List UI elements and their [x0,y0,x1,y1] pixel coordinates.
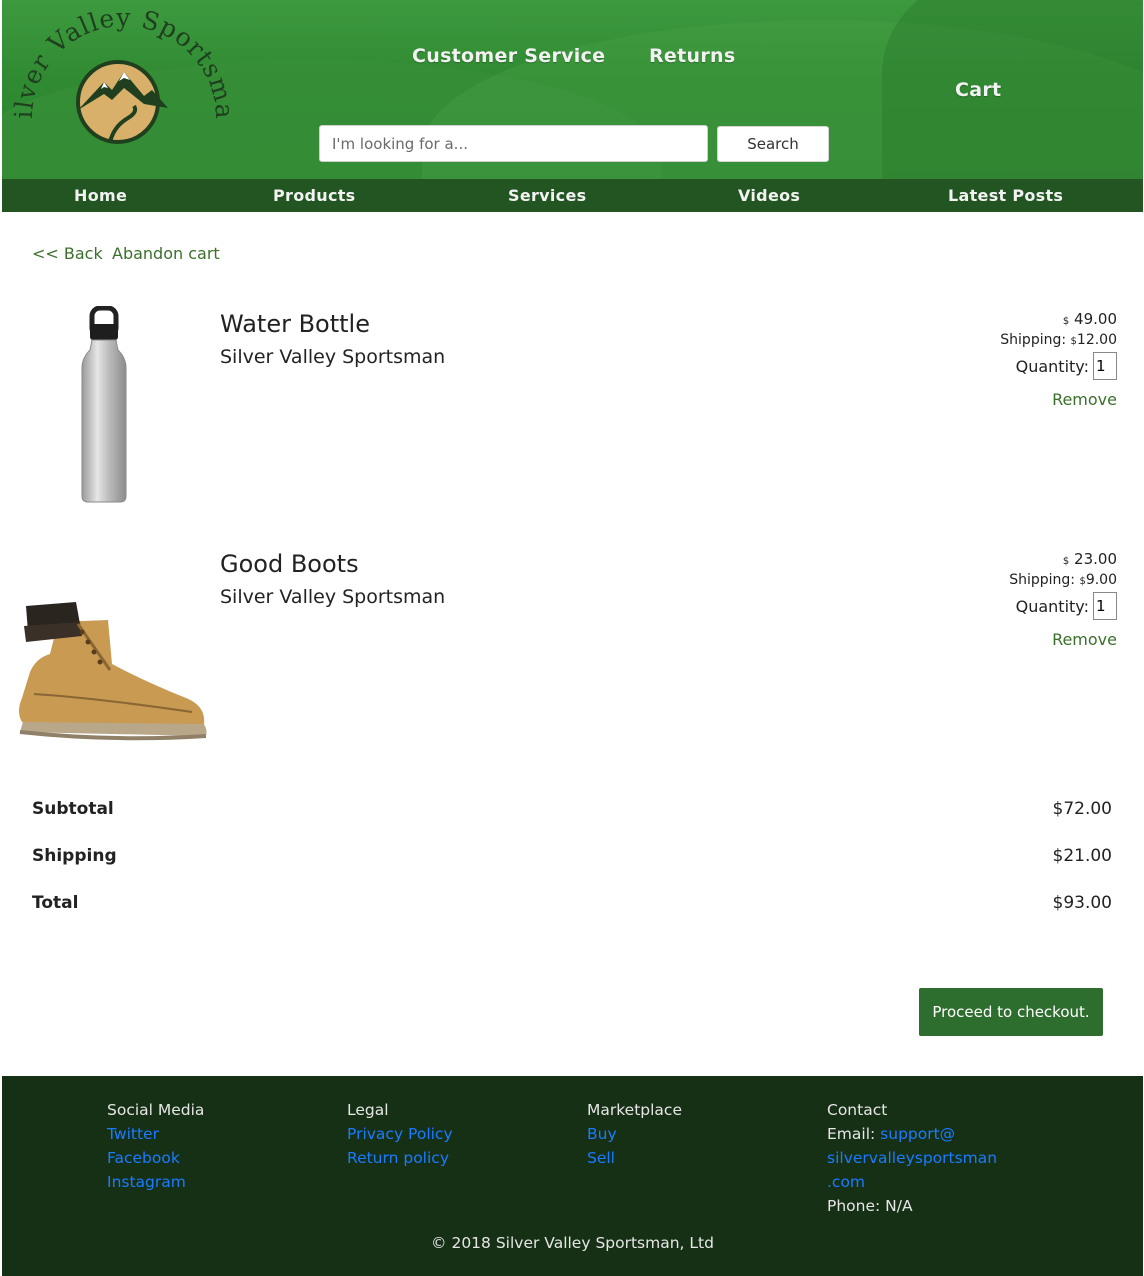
item-seller: Silver Valley Sportsman [220,346,446,368]
item-price: $ 49.00 [1000,310,1117,328]
quantity-input[interactable] [1093,592,1117,620]
item-shipping: Shipping: $12.00 [1000,332,1117,348]
price-value: 49.00 [1074,310,1117,328]
sell-link[interactable]: Sell [587,1146,682,1170]
total-label: Total [32,893,79,913]
footer-heading: Contact [827,1101,888,1119]
subtotal-label: Subtotal [32,799,114,819]
customer-service-link[interactable]: Customer Service [412,45,605,67]
header-background-hills [882,0,1143,179]
item-price-block: $ 23.00 Shipping: $9.00 Quantity: Remove [1009,550,1117,649]
total-value: $93.00 [1052,893,1112,913]
quantity-label: Quantity: [1015,356,1089,376]
privacy-policy-link[interactable]: Privacy Policy [347,1122,453,1146]
currency-symbol: $ [1062,316,1070,327]
twitter-link[interactable]: Twitter [107,1122,204,1146]
shipping-label: Shipping: [1000,332,1067,348]
main-nav: Home Products Services Videos Latest Pos… [2,179,1143,212]
footer-heading: Legal [347,1101,389,1119]
quantity-row: Quantity: [1009,592,1117,620]
nav-item-services[interactable]: Services [508,186,586,205]
facebook-link[interactable]: Facebook [107,1146,204,1170]
phone-text: Phone: N/A [827,1197,913,1215]
shipping-total-label: Shipping [32,846,117,866]
footer-heading: Marketplace [587,1101,682,1119]
nav-item-videos[interactable]: Videos [738,186,800,205]
footer-heading: Social Media [107,1101,205,1119]
email-link[interactable]: silvervalleysportsman [827,1146,997,1170]
quantity-label: Quantity: [1015,596,1089,616]
quantity-input[interactable] [1093,352,1117,380]
footer-social-column: Social Media Twitter Facebook Instagram [107,1098,204,1194]
nav-item-home[interactable]: Home [74,186,127,205]
boot-image [19,602,207,741]
email-row: Email: support@ [827,1122,997,1146]
cart-item: Good Boots Silver Valley Sportsman $ 23.… [0,540,1144,770]
return-policy-link[interactable]: Return policy [347,1146,453,1170]
item-price: $ 23.00 [1009,550,1117,568]
cart-link[interactable]: Cart [955,79,1001,101]
mountain-logo-icon[interactable] [74,60,168,144]
email-label: Email: [827,1125,876,1143]
item-title[interactable]: Water Bottle [220,310,370,338]
search-input[interactable] [319,125,708,162]
price-value: 23.00 [1074,550,1117,568]
proceed-to-checkout-button[interactable]: Proceed to checkout. [919,988,1103,1036]
instagram-link[interactable]: Instagram [107,1170,204,1194]
water-bottle-image [81,306,127,503]
footer-contact-column: Contact Email: support@ silvervalleyspor… [827,1098,997,1218]
email-link[interactable]: support@ [880,1125,955,1143]
buy-link[interactable]: Buy [587,1122,682,1146]
currency-symbol: $ [1062,556,1070,567]
abandon-cart-link[interactable]: Abandon cart [112,244,220,263]
shipping-value: 9.00 [1085,572,1117,588]
subtotal-value: $72.00 [1052,799,1112,819]
shipping-label: Shipping: [1009,572,1075,588]
back-link[interactable]: << Back [32,244,103,263]
remove-link[interactable]: Remove [1052,630,1117,649]
nav-item-latest-posts[interactable]: Latest Posts [948,186,1063,205]
quantity-row: Quantity: [1000,352,1117,380]
shipping-value: 12.00 [1076,332,1117,348]
footer-marketplace-column: Marketplace Buy Sell [587,1098,682,1170]
footer-legal-column: Legal Privacy Policy Return policy [347,1098,453,1170]
remove-link[interactable]: Remove [1052,390,1117,409]
email-link[interactable]: .com [827,1170,997,1194]
shipping-total-value: $21.00 [1052,846,1112,866]
search-button[interactable]: Search [717,126,829,162]
cart-item: Water Bottle Silver Valley Sportsman $ 4… [0,300,1144,530]
returns-link[interactable]: Returns [649,45,735,67]
site-header: Silver Valley Sportsman Customer Service… [2,0,1143,179]
nav-item-products[interactable]: Products [273,186,356,205]
item-shipping: Shipping: $9.00 [1009,572,1117,588]
copyright-text: © 2018 Silver Valley Sportsman, Ltd [431,1234,714,1252]
item-seller: Silver Valley Sportsman [220,586,446,608]
site-footer: Social Media Twitter Facebook Instagram … [2,1076,1143,1276]
item-price-block: $ 49.00 Shipping: $12.00 Quantity: Remov… [1000,310,1117,409]
item-title[interactable]: Good Boots [220,550,359,578]
